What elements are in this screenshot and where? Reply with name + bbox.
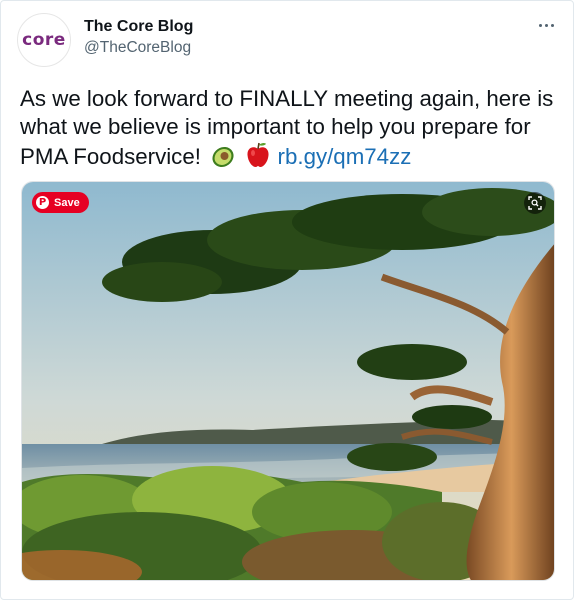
tweet-text: As we look forward to FINALLY meeting ag…	[20, 85, 555, 171]
tweet-link[interactable]: rb.gy/qm74zz	[278, 144, 412, 169]
more-options-icon[interactable]	[532, 15, 560, 35]
avocado-icon	[212, 146, 234, 168]
save-label: Save	[54, 196, 80, 209]
pinterest-icon: P	[36, 196, 49, 209]
tweet-card: core The Core Blog @TheCoreBlog As we lo…	[0, 0, 574, 600]
coastal-cypress-photo	[22, 182, 554, 580]
author-handle[interactable]: @TheCoreBlog	[84, 39, 191, 57]
author-name[interactable]: The Core Blog	[84, 18, 193, 36]
visual-search-icon[interactable]	[524, 192, 546, 214]
red-apple-icon	[247, 142, 269, 167]
avatar-logo-text: core	[22, 30, 66, 50]
pinterest-save-button[interactable]: P Save	[32, 192, 89, 213]
lens-glyph	[528, 196, 542, 210]
tweet-image[interactable]: P Save	[21, 181, 555, 581]
avatar[interactable]: core	[17, 13, 71, 67]
